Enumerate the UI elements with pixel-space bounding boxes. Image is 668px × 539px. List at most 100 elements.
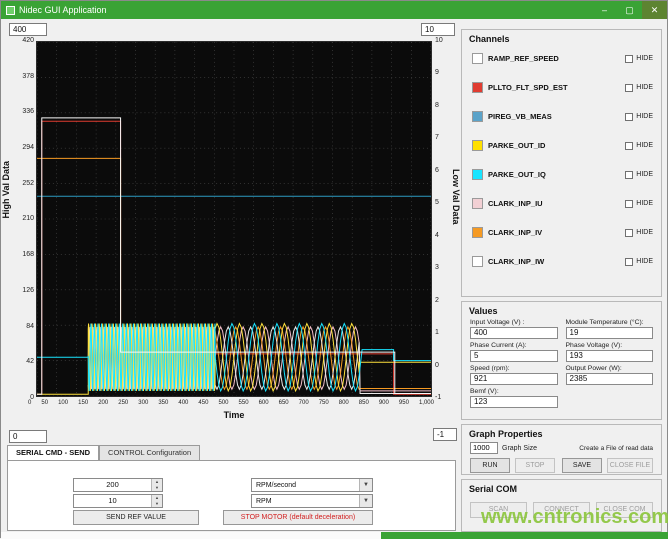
tick-label: 210 (22, 215, 34, 223)
channel-color-swatch (472, 256, 483, 267)
hide-label: HIDE (636, 200, 653, 207)
ref-speed-spinner[interactable]: 200 ▲ ▼ (73, 478, 163, 492)
tick-label: 0 (435, 361, 439, 369)
checkbox-icon[interactable] (625, 199, 634, 208)
high-axis-min-input[interactable]: 0 (9, 430, 47, 443)
hide-checkbox[interactable]: HIDE (625, 112, 653, 121)
hide-checkbox[interactable]: HIDE (625, 257, 653, 266)
tick-label: 2 (435, 296, 439, 304)
hide-checkbox[interactable]: HIDE (625, 141, 653, 150)
tick-label: 500 (218, 400, 229, 406)
checkbox-icon[interactable] (625, 141, 634, 150)
tab-serial-cmd-send[interactable]: SERIAL CMD - SEND (7, 445, 100, 460)
value-field: Input Voltage (V) :400 (470, 319, 558, 339)
title-bar: Nidec GUI Application – ▢ ✕ (1, 1, 667, 19)
tick-label: 50 (41, 400, 49, 406)
minimize-button[interactable]: – (592, 1, 617, 19)
checkbox-icon[interactable] (625, 54, 634, 63)
tick-label: 420 (22, 37, 34, 44)
channel-row: CLARK_INP_IV HIDE (462, 218, 661, 247)
tick-label: 6 (435, 166, 439, 174)
channel-row: CLARK_INP_IW HIDE (462, 247, 661, 276)
checkbox-icon[interactable] (625, 228, 634, 237)
low-axis-min-input[interactable]: -1 (433, 428, 457, 441)
checkbox-icon[interactable] (625, 112, 634, 121)
values-grid: Input Voltage (V) :400 Module Temperature… (462, 316, 661, 408)
value-field: Phase Voltage (V): 193 (565, 342, 653, 362)
hide-checkbox[interactable]: HIDE (625, 54, 653, 63)
tick-label: 750 (318, 400, 329, 406)
tick-label: 294 (22, 144, 34, 152)
hide-checkbox[interactable]: HIDE (625, 228, 653, 237)
close-file-button[interactable]: CLOSE FILE (607, 458, 653, 473)
accel-spinner[interactable]: 10 ▲ ▼ (73, 494, 163, 508)
tick-label: 7 (435, 134, 439, 142)
tab-control-configuration[interactable]: CONTROL Configuration (99, 445, 201, 460)
tick-label: 250 (118, 400, 129, 406)
hide-checkbox[interactable]: HIDE (625, 170, 653, 179)
channels-groupbox: Channels RAMP_REF_SPEED HIDE PLLTO_FLT_SPD… (461, 29, 662, 297)
serial-com-title: Serial COM (469, 484, 518, 494)
hide-checkbox[interactable]: HIDE (625, 83, 653, 92)
checkbox-icon[interactable] (625, 257, 634, 266)
value-label: Phase Current (A): (470, 342, 527, 349)
value-input[interactable]: 19 (565, 327, 653, 339)
channel-color-swatch (472, 53, 483, 64)
low-axis-max-input[interactable]: 10 (421, 23, 455, 36)
value-input[interactable]: 2385 (565, 373, 653, 385)
value-input[interactable]: 123 (470, 396, 558, 408)
stop-motor-button[interactable]: STOP MOTOR (default deceleration) (223, 510, 373, 525)
rpm-unit-value: RPM (256, 497, 272, 505)
rpm-unit-dropdown[interactable]: RPM ▼ (251, 494, 373, 508)
tick-label: 650 (278, 400, 289, 406)
tick-label: 200 (98, 400, 109, 406)
tick-label: 8 (435, 101, 439, 109)
tick-label: 150 (78, 400, 89, 406)
channel-row: CLARK_INP_IU HIDE (462, 189, 661, 218)
run-button[interactable]: RUN (470, 458, 510, 473)
hide-label: HIDE (636, 55, 653, 62)
tick-label: 378 (22, 72, 34, 80)
send-ref-value-button[interactable]: SEND REF VALUE (73, 510, 199, 525)
channel-row: PLLTO_FLT_SPD_EST HIDE (462, 73, 661, 102)
value-field: Module Temperature (°C): 19 (565, 319, 653, 339)
spinner-arrows-icon[interactable]: ▲ ▼ (151, 479, 162, 491)
save-button[interactable]: SAVE (562, 458, 602, 473)
channel-color-swatch (472, 169, 483, 180)
value-input[interactable]: 921 (470, 373, 558, 385)
checkbox-icon[interactable] (625, 83, 634, 92)
high-axis-ticks: 420 378 336 294 252 210 168 126 84 42 0 (13, 37, 34, 401)
channel-label: PIREG_VB_MEAS (488, 112, 552, 121)
tick-label: 600 (258, 400, 269, 406)
file-hint-label: Create a File of read data (579, 444, 653, 452)
close-button[interactable]: ✕ (642, 1, 667, 19)
ref-speed-value: 200 (106, 480, 119, 489)
value-input[interactable]: 193 (565, 350, 653, 362)
dropdown-arrow-icon: ▼ (359, 495, 372, 507)
checkbox-icon[interactable] (625, 170, 634, 179)
channel-label: PARKE_OUT_IQ (488, 170, 546, 179)
value-input[interactable]: 400 (470, 327, 558, 339)
value-label: Bemf (V): (470, 388, 499, 395)
tick-label: 300 (138, 400, 149, 406)
value-field: Speed (rpm): 921 (470, 365, 558, 385)
value-input[interactable]: 5 (470, 350, 558, 362)
tick-label: 950 (398, 400, 409, 406)
dropdown-arrow-icon: ▼ (359, 479, 372, 491)
app-window: Nidec GUI Application – ▢ ✕ 400 10 0 -1 … (0, 0, 668, 539)
hide-checkbox[interactable]: HIDE (625, 199, 653, 208)
tick-label: 450 (198, 400, 209, 406)
tick-label: 550 (238, 400, 249, 406)
channel-label: CLARK_INP_IU (488, 199, 543, 208)
graph-size-input[interactable]: 1000 (470, 442, 498, 454)
maximize-button[interactable]: ▢ (617, 1, 642, 19)
speed-unit-dropdown[interactable]: RPM/second ▼ (251, 478, 373, 492)
channel-row: PARKE_OUT_IQ HIDE (462, 160, 661, 189)
high-axis-max-input[interactable]: 400 (9, 23, 47, 36)
tick-label: -1 (435, 393, 442, 401)
spinner-arrows-icon[interactable]: ▲ ▼ (151, 495, 162, 507)
stop-button[interactable]: STOP (515, 458, 555, 473)
tick-label: 700 (298, 400, 309, 406)
tick-label: 100 (58, 400, 69, 406)
channel-label: RAMP_REF_SPEED (488, 54, 559, 63)
